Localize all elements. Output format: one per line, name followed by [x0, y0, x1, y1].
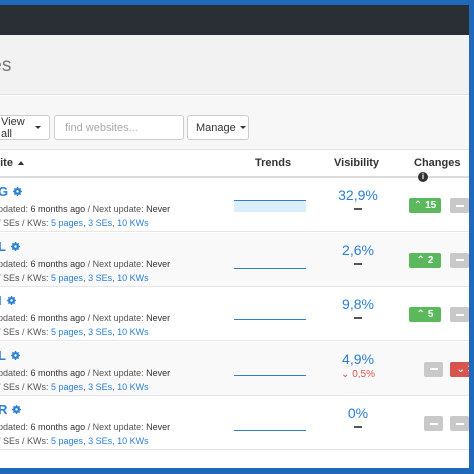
table-row[interactable]: Rpdated: 6 months ago / Next update: Nev…: [0, 396, 474, 450]
pages-link[interactable]: 5 pages: [51, 382, 83, 392]
table-row[interactable]: Lpdated: 6 months ago / Next update: Nev…: [0, 232, 474, 287]
visibility-cell: 0%: [318, 405, 398, 435]
website-name-link[interactable]: G: [0, 184, 23, 199]
website-meta: pdated: 6 months ago / Next update: Neve…: [0, 258, 171, 283]
ses-link[interactable]: 3 SEs: [88, 436, 112, 446]
visibility-cell: 9,8%: [318, 296, 398, 326]
manage-label: Manage: [196, 121, 236, 134]
ses-link[interactable]: 3 SEs: [88, 218, 112, 228]
visibility-cell: 2,6%: [318, 242, 398, 272]
table-row[interactable]: Gpdated: 6 months ago / Next update: Nev…: [0, 178, 474, 232]
visibility-delta: [318, 423, 398, 435]
website-meta: pdated: 6 months ago / Next update: Neve…: [0, 204, 171, 228]
visibility-value[interactable]: 32,9%: [318, 187, 398, 203]
caret-down-icon: [239, 126, 246, 129]
visibility-cell: 32,9%: [318, 187, 398, 217]
website-name-link[interactable]: L: [0, 239, 21, 254]
pages-link[interactable]: 5 pages: [51, 218, 83, 228]
page-header: tes: [0, 35, 474, 95]
chevron-up-icon: ⌃: [416, 309, 425, 320]
ses-link[interactable]: 3 SEs: [88, 273, 112, 283]
kws-link[interactable]: 10 KWs: [117, 218, 149, 228]
gear-icon[interactable]: [11, 403, 22, 414]
chevron-down-icon: ⌄: [456, 363, 465, 375]
change-neutral-badge[interactable]: [424, 416, 443, 431]
visibility-value[interactable]: 9,8%: [318, 296, 398, 312]
pages-link[interactable]: 5 pages: [51, 327, 83, 337]
kws-link[interactable]: 10 KWs: [117, 327, 149, 337]
page-title: tes: [0, 55, 12, 76]
ses-link[interactable]: 3 SEs: [88, 327, 112, 337]
visibility-cell: 4,9% ⌄ 0,5%: [318, 351, 398, 381]
visibility-delta: ⌄ 0,5%: [341, 368, 375, 380]
gear-icon[interactable]: [10, 349, 21, 360]
caret-down-icon: [35, 126, 41, 129]
change-neutral-badge[interactable]: [424, 361, 443, 377]
change-up-badge[interactable]: ⌃ 2: [409, 252, 441, 268]
change-neutral-badge[interactable]: [450, 252, 469, 268]
chevron-up-icon: ⌃: [416, 254, 425, 266]
column-header-trends: Trends: [255, 157, 292, 169]
website-meta: pdated: 6 months ago / Next update: Neve…: [0, 313, 171, 337]
website-meta: pdated: 6 months ago / Next update: Neve…: [0, 367, 171, 392]
table-row[interactable]: Lpdated: 6 months ago / Next update: Nev…: [0, 341, 474, 396]
sort-asc-icon: [17, 161, 24, 165]
view-all-dropdown[interactable]: View all: [0, 115, 50, 140]
pages-link[interactable]: 5 pages: [51, 273, 83, 283]
visibility-delta: [318, 314, 398, 326]
table-header: site Trends Visibility Changesi: [0, 150, 474, 182]
website-meta: pdated: 6 months ago / Next update: Neve…: [0, 422, 171, 446]
website-name-link[interactable]: L: [0, 348, 21, 363]
website-name-link[interactable]: R: [0, 402, 22, 417]
manage-dropdown[interactable]: Manage: [187, 115, 249, 140]
pages-link[interactable]: 5 pages: [51, 436, 83, 446]
change-up-badge[interactable]: ⌃ 15: [409, 198, 441, 213]
website-name-link[interactable]: I: [0, 293, 17, 308]
change-neutral-badge[interactable]: [450, 307, 469, 322]
visibility-value[interactable]: 0%: [318, 405, 398, 421]
search-websites-input[interactable]: [54, 115, 184, 140]
window-frame-bottom: [0, 468, 474, 474]
visibility-delta: [318, 260, 398, 272]
column-header-website[interactable]: site: [0, 157, 24, 169]
gear-icon[interactable]: [6, 294, 17, 305]
toolbar: View all Manage: [0, 96, 474, 150]
change-neutral-badge[interactable]: [450, 198, 469, 213]
kws-link[interactable]: 10 KWs: [117, 436, 149, 446]
gear-icon[interactable]: [10, 240, 21, 251]
visibility-delta: [318, 205, 398, 217]
kws-link[interactable]: 10 KWs: [117, 382, 149, 392]
gear-icon[interactable]: [12, 185, 23, 196]
table-row[interactable]: Ipdated: 6 months ago / Next update: Nev…: [0, 287, 474, 341]
chevron-down-icon: ⌄: [341, 368, 353, 380]
visibility-value[interactable]: 2,6%: [318, 242, 398, 258]
column-header-visibility[interactable]: Visibility: [334, 157, 379, 169]
change-up-badge[interactable]: ⌃ 5: [409, 307, 441, 322]
ses-link[interactable]: 3 SEs: [88, 382, 112, 392]
visibility-value[interactable]: 4,9%: [318, 351, 398, 367]
window-frame-right: [469, 0, 474, 474]
chevron-up-icon: ⌃: [413, 200, 423, 211]
view-all-label: View all: [1, 115, 25, 140]
kws-link[interactable]: 10 KWs: [117, 273, 149, 283]
top-navbar: [0, 5, 474, 35]
change-neutral-badge[interactable]: [450, 416, 469, 431]
